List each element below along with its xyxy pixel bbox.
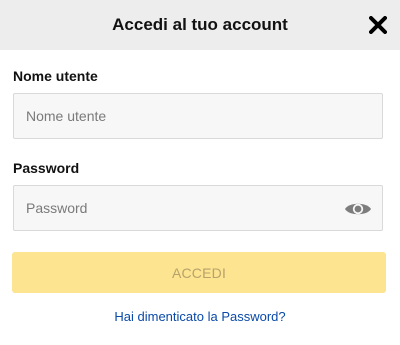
- password-input[interactable]: [14, 186, 382, 230]
- password-label: Password: [13, 160, 80, 176]
- forgot-password-link[interactable]: Hai dimenticato la Password?: [0, 309, 400, 324]
- close-button[interactable]: [366, 13, 390, 37]
- login-button[interactable]: ACCEDI: [12, 252, 386, 293]
- dialog-header: Accedi al tuo account: [0, 0, 400, 50]
- username-field-container: [13, 93, 383, 139]
- close-icon: [369, 16, 387, 34]
- eye-icon: [345, 203, 371, 215]
- username-label: Nome utente: [13, 68, 98, 84]
- password-field-container: [13, 185, 383, 231]
- show-password-toggle[interactable]: [344, 198, 372, 220]
- username-input[interactable]: [14, 94, 382, 138]
- dialog-title: Accedi al tuo account: [112, 15, 288, 34]
